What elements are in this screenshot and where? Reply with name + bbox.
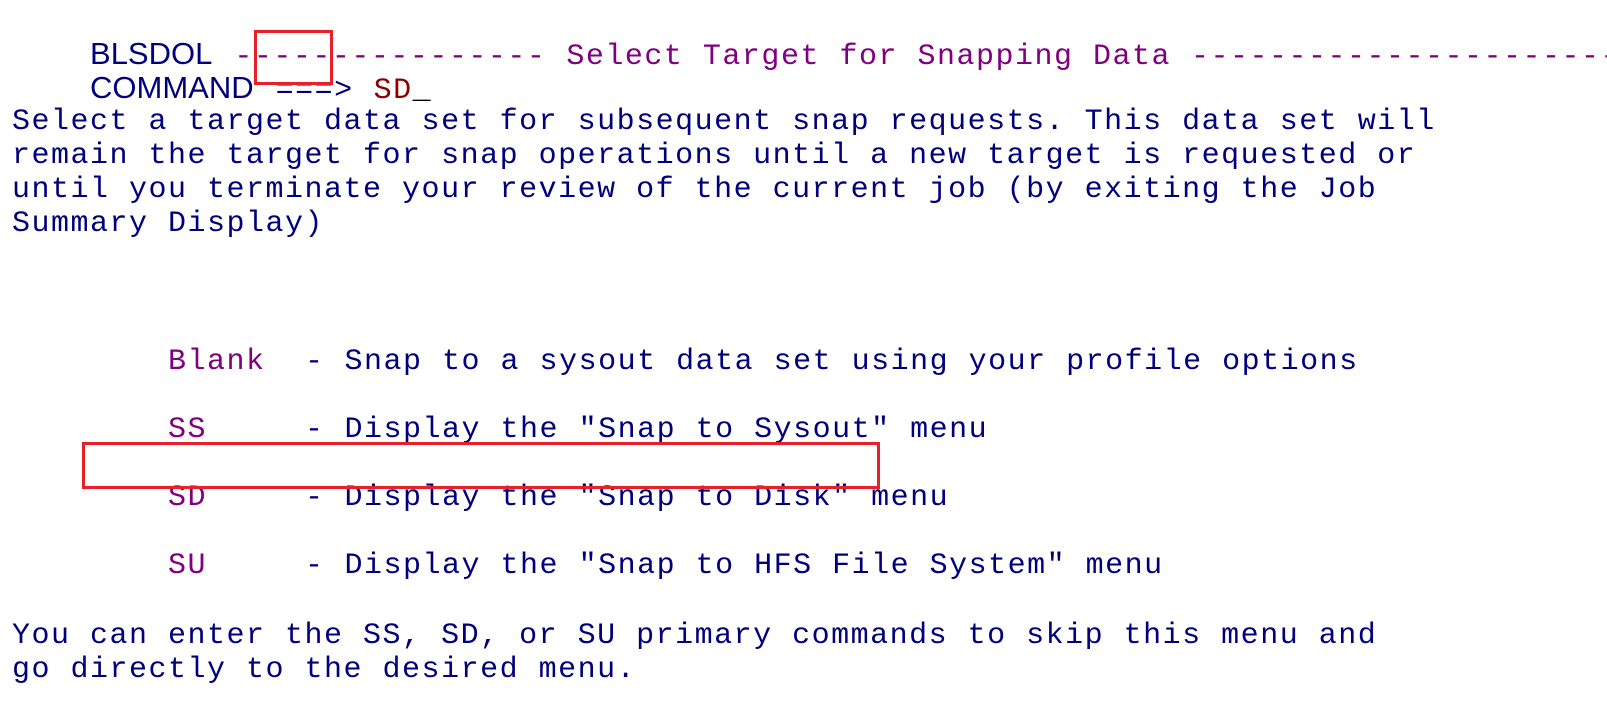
command-input-value: SD (373, 74, 413, 108)
command-label: COMMAND (90, 70, 254, 105)
option-code: Blank (168, 345, 266, 379)
footer-line: You can enter the SS, SD, or SU primary … (12, 619, 1378, 653)
description-line: until you terminate your review of the c… (12, 173, 1378, 207)
command-line: COMMAND ===> SD_ (12, 37, 432, 109)
option-ss: SS - Display the "Snap to Sysout" menu (90, 379, 988, 447)
ispf-panel: BLSDOL ---------------- Select Target for … (0, 0, 1607, 721)
description-line: Summary Display) (12, 207, 325, 241)
panel-title: Select Target for Snapping Data (566, 40, 1171, 74)
option-blank: Blank - Snap to a sysout data set using yo… (90, 311, 1359, 379)
option-separator: - (305, 345, 325, 379)
panel-header: BLSDOL ---------------- Select Target for … (12, 3, 1607, 75)
option-code: SU (168, 549, 208, 583)
option-description: Display the "Snap to HFS File System" me… (344, 549, 1164, 583)
option-su: SU - Display the "Snap to HFS File System"… (90, 515, 1164, 583)
text-cursor: _ (412, 74, 433, 108)
option-description: Snap to a sysout data set using your pro… (344, 345, 1359, 379)
description-line: Select a target data set for subsequent … (12, 105, 1436, 139)
header-dashes-right: ---------------------- (1191, 40, 1607, 74)
command-input[interactable]: SD_ (374, 74, 433, 108)
option-sd-highlight (82, 442, 880, 489)
description-line: remain the target for snap operations un… (12, 139, 1417, 173)
footer-line: go directly to the desired menu. (12, 653, 637, 687)
command-input-highlight (254, 30, 333, 85)
option-separator: - (305, 549, 325, 583)
